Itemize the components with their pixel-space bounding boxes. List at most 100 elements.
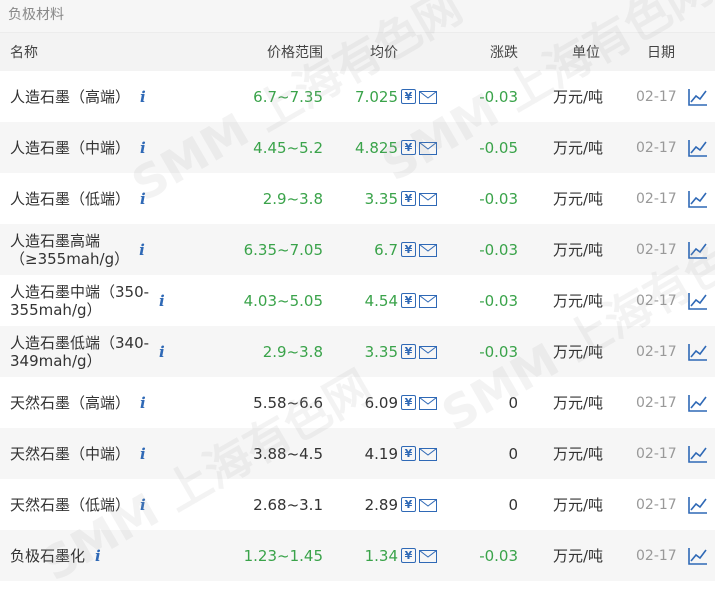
- action-icons: ¥: [401, 275, 441, 326]
- yen-icon[interactable]: ¥: [401, 89, 416, 104]
- yen-icon[interactable]: ¥: [401, 344, 416, 359]
- price-change: -0.03: [479, 546, 518, 565]
- table-row[interactable]: 人造石墨高端 （≥355mah/g） i 6.35~7.05 6.7 ¥ -0.03 万元/吨…: [0, 224, 715, 275]
- product-name: 人造石墨（高端） i: [10, 71, 235, 122]
- average-price: 4.825: [355, 138, 398, 157]
- mail-icon[interactable]: [419, 141, 437, 155]
- product-name-line1: 负极石墨化: [10, 546, 86, 565]
- table-row[interactable]: 人造石墨（中端） i 4.45~5.2 4.825 ¥ -0.05 万元/吨 02-17: [0, 122, 715, 173]
- mail-icon[interactable]: [419, 498, 437, 512]
- table-row[interactable]: 天然石墨（高端） i 5.58~6.6 6.09 ¥0 万元/吨 02-17: [0, 377, 715, 428]
- date: 02-17: [636, 343, 677, 360]
- unit: 万元/吨: [553, 139, 604, 157]
- table-row[interactable]: 人造石墨（高端） i 6.7~7.35 7.025 ¥ -0.03 万元/吨 02-17: [0, 71, 715, 122]
- unit: 万元/吨: [553, 394, 604, 412]
- table-row[interactable]: 人造石墨低端（340- 349mah/g） i 2.9~3.8 3.35 ¥ -0.03 万元…: [0, 326, 715, 377]
- average-price: 1.34: [364, 546, 398, 565]
- table-row[interactable]: 人造石墨（低端） i 2.9~3.8 3.35 ¥ -0.03 万元/吨 02-17: [0, 173, 715, 224]
- trend-chart-icon[interactable]: [688, 479, 710, 530]
- unit: 万元/吨: [553, 241, 604, 259]
- yen-icon[interactable]: ¥: [401, 395, 416, 410]
- price-range: 4.03~5.05: [243, 291, 323, 310]
- trend-chart-icon[interactable]: [688, 275, 710, 326]
- yen-icon[interactable]: ¥: [401, 293, 416, 308]
- product-name: 天然石墨（中端） i: [10, 428, 235, 479]
- info-icon[interactable]: i: [139, 241, 145, 259]
- info-icon[interactable]: i: [140, 139, 146, 157]
- price-range: 6.7~7.35: [253, 87, 323, 106]
- product-name: 人造石墨高端 （≥355mah/g） i: [10, 224, 235, 275]
- trend-chart-icon[interactable]: [688, 71, 710, 122]
- action-icons: ¥: [401, 224, 441, 275]
- table-row[interactable]: 负极石墨化 i 1.23~1.45 1.34 ¥ -0.03 万元/吨 02-17: [0, 530, 715, 581]
- info-icon[interactable]: i: [140, 190, 146, 208]
- info-icon[interactable]: i: [140, 496, 146, 514]
- yen-icon[interactable]: ¥: [401, 191, 416, 206]
- date: 02-17: [636, 190, 677, 207]
- header-change: 涨跌: [490, 45, 518, 61]
- product-name: 人造石墨低端（340- 349mah/g） i: [10, 326, 235, 377]
- product-name: 人造石墨中端（350- 355mah/g） i: [10, 275, 235, 326]
- product-name-line2: （≥355mah/g）: [10, 249, 130, 268]
- mail-icon[interactable]: [419, 243, 437, 257]
- action-icons: ¥: [401, 71, 441, 122]
- price-change: -0.05: [479, 138, 518, 157]
- average-price: 3.35: [364, 189, 398, 208]
- yen-icon[interactable]: ¥: [401, 242, 416, 257]
- header-price-range: 价格范围: [267, 45, 323, 61]
- mail-icon[interactable]: [419, 396, 437, 410]
- info-icon[interactable]: i: [95, 547, 101, 565]
- unit: 万元/吨: [553, 547, 604, 565]
- yen-icon[interactable]: ¥: [401, 140, 416, 155]
- trend-chart-icon[interactable]: [688, 326, 710, 377]
- product-name: 人造石墨（中端） i: [10, 122, 235, 173]
- product-name-text: 人造石墨（低端）: [10, 190, 130, 208]
- price-change: -0.03: [479, 189, 518, 208]
- price-change: -0.03: [479, 291, 518, 310]
- product-name-line1: 人造石墨高端: [10, 231, 101, 250]
- trend-chart-icon[interactable]: [688, 377, 710, 428]
- yen-icon[interactable]: ¥: [401, 497, 416, 512]
- yen-icon[interactable]: ¥: [401, 548, 416, 563]
- price-change: -0.03: [479, 342, 518, 361]
- product-name-line1: 天然石墨（低端）: [10, 495, 131, 514]
- average-price: 7.025: [355, 87, 398, 106]
- product-name-line1: 人造石墨低端（340-: [10, 333, 150, 352]
- date: 02-17: [636, 547, 677, 564]
- product-name-line1: 人造石墨中端（350-: [10, 282, 150, 301]
- mail-icon[interactable]: [419, 192, 437, 206]
- info-icon[interactable]: i: [140, 394, 146, 412]
- info-icon[interactable]: i: [140, 88, 146, 106]
- average-price: 6.09: [364, 393, 398, 412]
- trend-chart-icon[interactable]: [688, 173, 710, 224]
- trend-chart-icon[interactable]: [688, 122, 710, 173]
- mail-icon[interactable]: [419, 345, 437, 359]
- table-row[interactable]: 天然石墨（低端） i 2.68~3.1 2.89 ¥0 万元/吨 02-17: [0, 479, 715, 530]
- trend-chart-icon[interactable]: [688, 224, 710, 275]
- trend-chart-icon[interactable]: [688, 428, 710, 479]
- price-range: 4.45~5.2: [253, 138, 323, 157]
- price-range: 6.35~7.05: [243, 240, 323, 259]
- mail-icon[interactable]: [419, 549, 437, 563]
- info-icon[interactable]: i: [140, 445, 146, 463]
- price-change: 0: [508, 393, 518, 412]
- product-name: 天然石墨（低端） i: [10, 479, 235, 530]
- mail-icon[interactable]: [419, 294, 437, 308]
- action-icons: ¥: [401, 377, 441, 428]
- table-row[interactable]: 天然石墨（中端） i 3.88~4.5 4.19 ¥0 万元/吨 02-17: [0, 428, 715, 479]
- info-icon[interactable]: i: [159, 343, 165, 361]
- product-name: 负极石墨化 i: [10, 530, 235, 581]
- product-name-text: 人造石墨低端（340- 349mah/g）: [10, 334, 149, 370]
- mail-icon[interactable]: [419, 90, 437, 104]
- product-name-text: 人造石墨（高端）: [10, 88, 130, 106]
- header-date: 日期: [647, 45, 675, 61]
- info-icon[interactable]: i: [159, 292, 165, 310]
- trend-chart-icon[interactable]: [688, 530, 710, 581]
- product-name-text: 人造石墨中端（350- 355mah/g）: [10, 283, 149, 319]
- date: 02-17: [636, 88, 677, 105]
- price-range: 1.23~1.45: [243, 546, 323, 565]
- table-row[interactable]: 人造石墨中端（350- 355mah/g） i 4.03~5.05 4.54 ¥ -0.03…: [0, 275, 715, 326]
- product-name-text: 天然石墨（高端）: [10, 394, 130, 412]
- mail-icon[interactable]: [419, 447, 437, 461]
- yen-icon[interactable]: ¥: [401, 446, 416, 461]
